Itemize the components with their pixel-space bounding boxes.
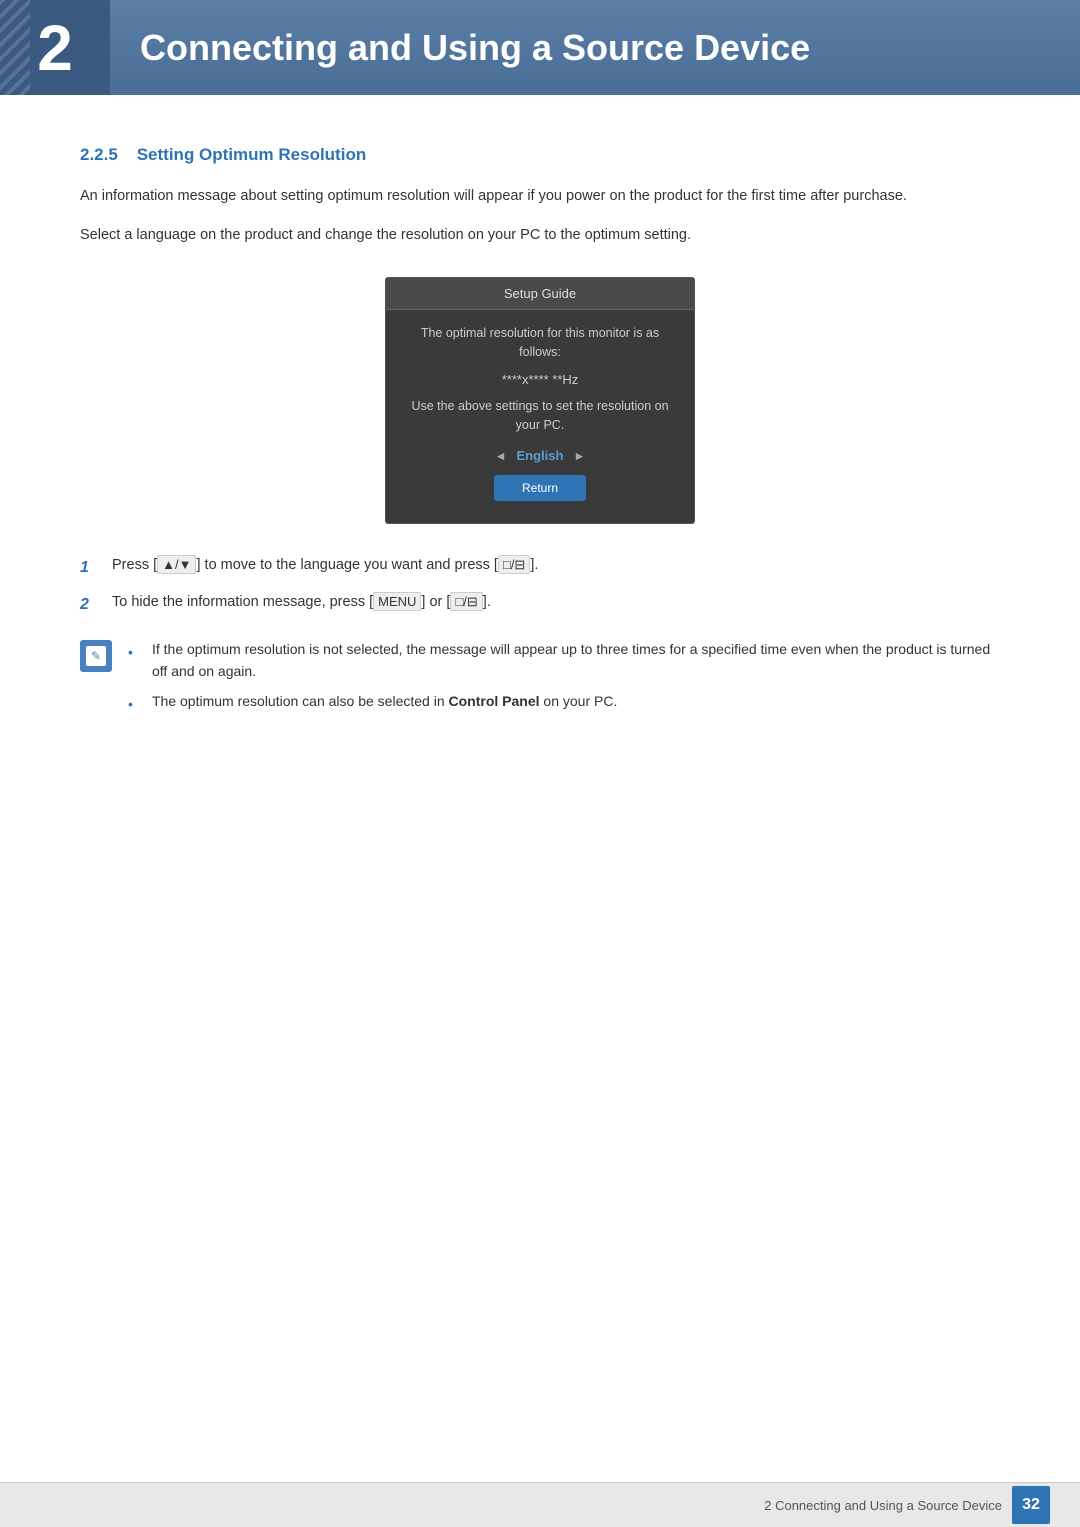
note-bullet-1: If the optimum resolution is not selecte… — [128, 638, 1000, 683]
body-paragraph-2: Select a language on the product and cha… — [80, 224, 1000, 247]
dialog-arrow-left[interactable]: ◄ — [495, 449, 507, 463]
key-arrows: ▲/▼ — [157, 555, 196, 574]
dialog-language: English — [517, 448, 564, 463]
footer: 2 Connecting and Using a Source Device 3… — [0, 1482, 1080, 1527]
step-1-text: Press [▲/▼] to move to the language you … — [112, 554, 538, 577]
dialog-title: Setup Guide — [386, 278, 694, 310]
chapter-number: 2 — [37, 16, 73, 80]
body-paragraph-1: An information message about setting opt… — [80, 185, 1000, 208]
footer-page-number: 32 — [1012, 1486, 1050, 1524]
key-confirm-1: □/⊟ — [498, 555, 530, 574]
note-text-1: If the optimum resolution is not selecte… — [152, 638, 1000, 683]
header-stripe-decoration — [0, 0, 30, 95]
dialog-instruction: Use the above settings to set the resolu… — [406, 397, 674, 435]
note-text-2: The optimum resolution can also be selec… — [152, 690, 617, 712]
step-1-number: 1 — [80, 555, 104, 581]
pencil-icon: ✎ — [91, 649, 101, 663]
key-menu: MENU — [373, 592, 421, 611]
note-icon: ✎ — [80, 640, 112, 672]
steps-list: 1 Press [▲/▼] to move to the language yo… — [80, 554, 1000, 617]
note-icon-inner: ✎ — [86, 646, 106, 666]
bullet-dot-2 — [128, 693, 146, 715]
footer-text: 2 Connecting and Using a Source Device — [764, 1498, 1002, 1513]
dialog-language-row: ◄ English ► — [406, 448, 674, 463]
header-bar: 2 Connecting and Using a Source Device — [0, 0, 1080, 95]
section-number: 2.2.5 — [80, 145, 118, 164]
note-bullets: If the optimum resolution is not selecte… — [128, 638, 1000, 724]
setup-dialog: Setup Guide The optimal resolution for t… — [385, 277, 695, 524]
dialog-resolution: ****x**** **Hz — [406, 372, 674, 387]
section-title: Setting Optimum Resolution — [137, 145, 367, 164]
dialog-line1: The optimal resolution for this monitor … — [406, 324, 674, 362]
dialog-return-button[interactable]: Return — [494, 475, 586, 501]
dialog-body: The optimal resolution for this monitor … — [386, 310, 694, 523]
key-confirm-2: □/⊟ — [450, 592, 482, 611]
bullet-dot-1 — [128, 641, 146, 663]
step-2-number: 2 — [80, 592, 104, 618]
page-title: Connecting and Using a Source Device — [110, 27, 810, 69]
step-2-text: To hide the information message, press [… — [112, 591, 491, 614]
note-bullet-2: The optimum resolution can also be selec… — [128, 690, 1000, 715]
section-heading: 2.2.5 Setting Optimum Resolution — [80, 145, 1000, 165]
step-1: 1 Press [▲/▼] to move to the language yo… — [80, 554, 1000, 581]
dialog-wrapper: Setup Guide The optimal resolution for t… — [80, 277, 1000, 524]
note-section: ✎ If the optimum resolution is not selec… — [80, 638, 1000, 724]
step-2: 2 To hide the information message, press… — [80, 591, 1000, 618]
dialog-arrow-right[interactable]: ► — [573, 449, 585, 463]
main-content: 2.2.5 Setting Optimum Resolution An info… — [0, 95, 1080, 784]
